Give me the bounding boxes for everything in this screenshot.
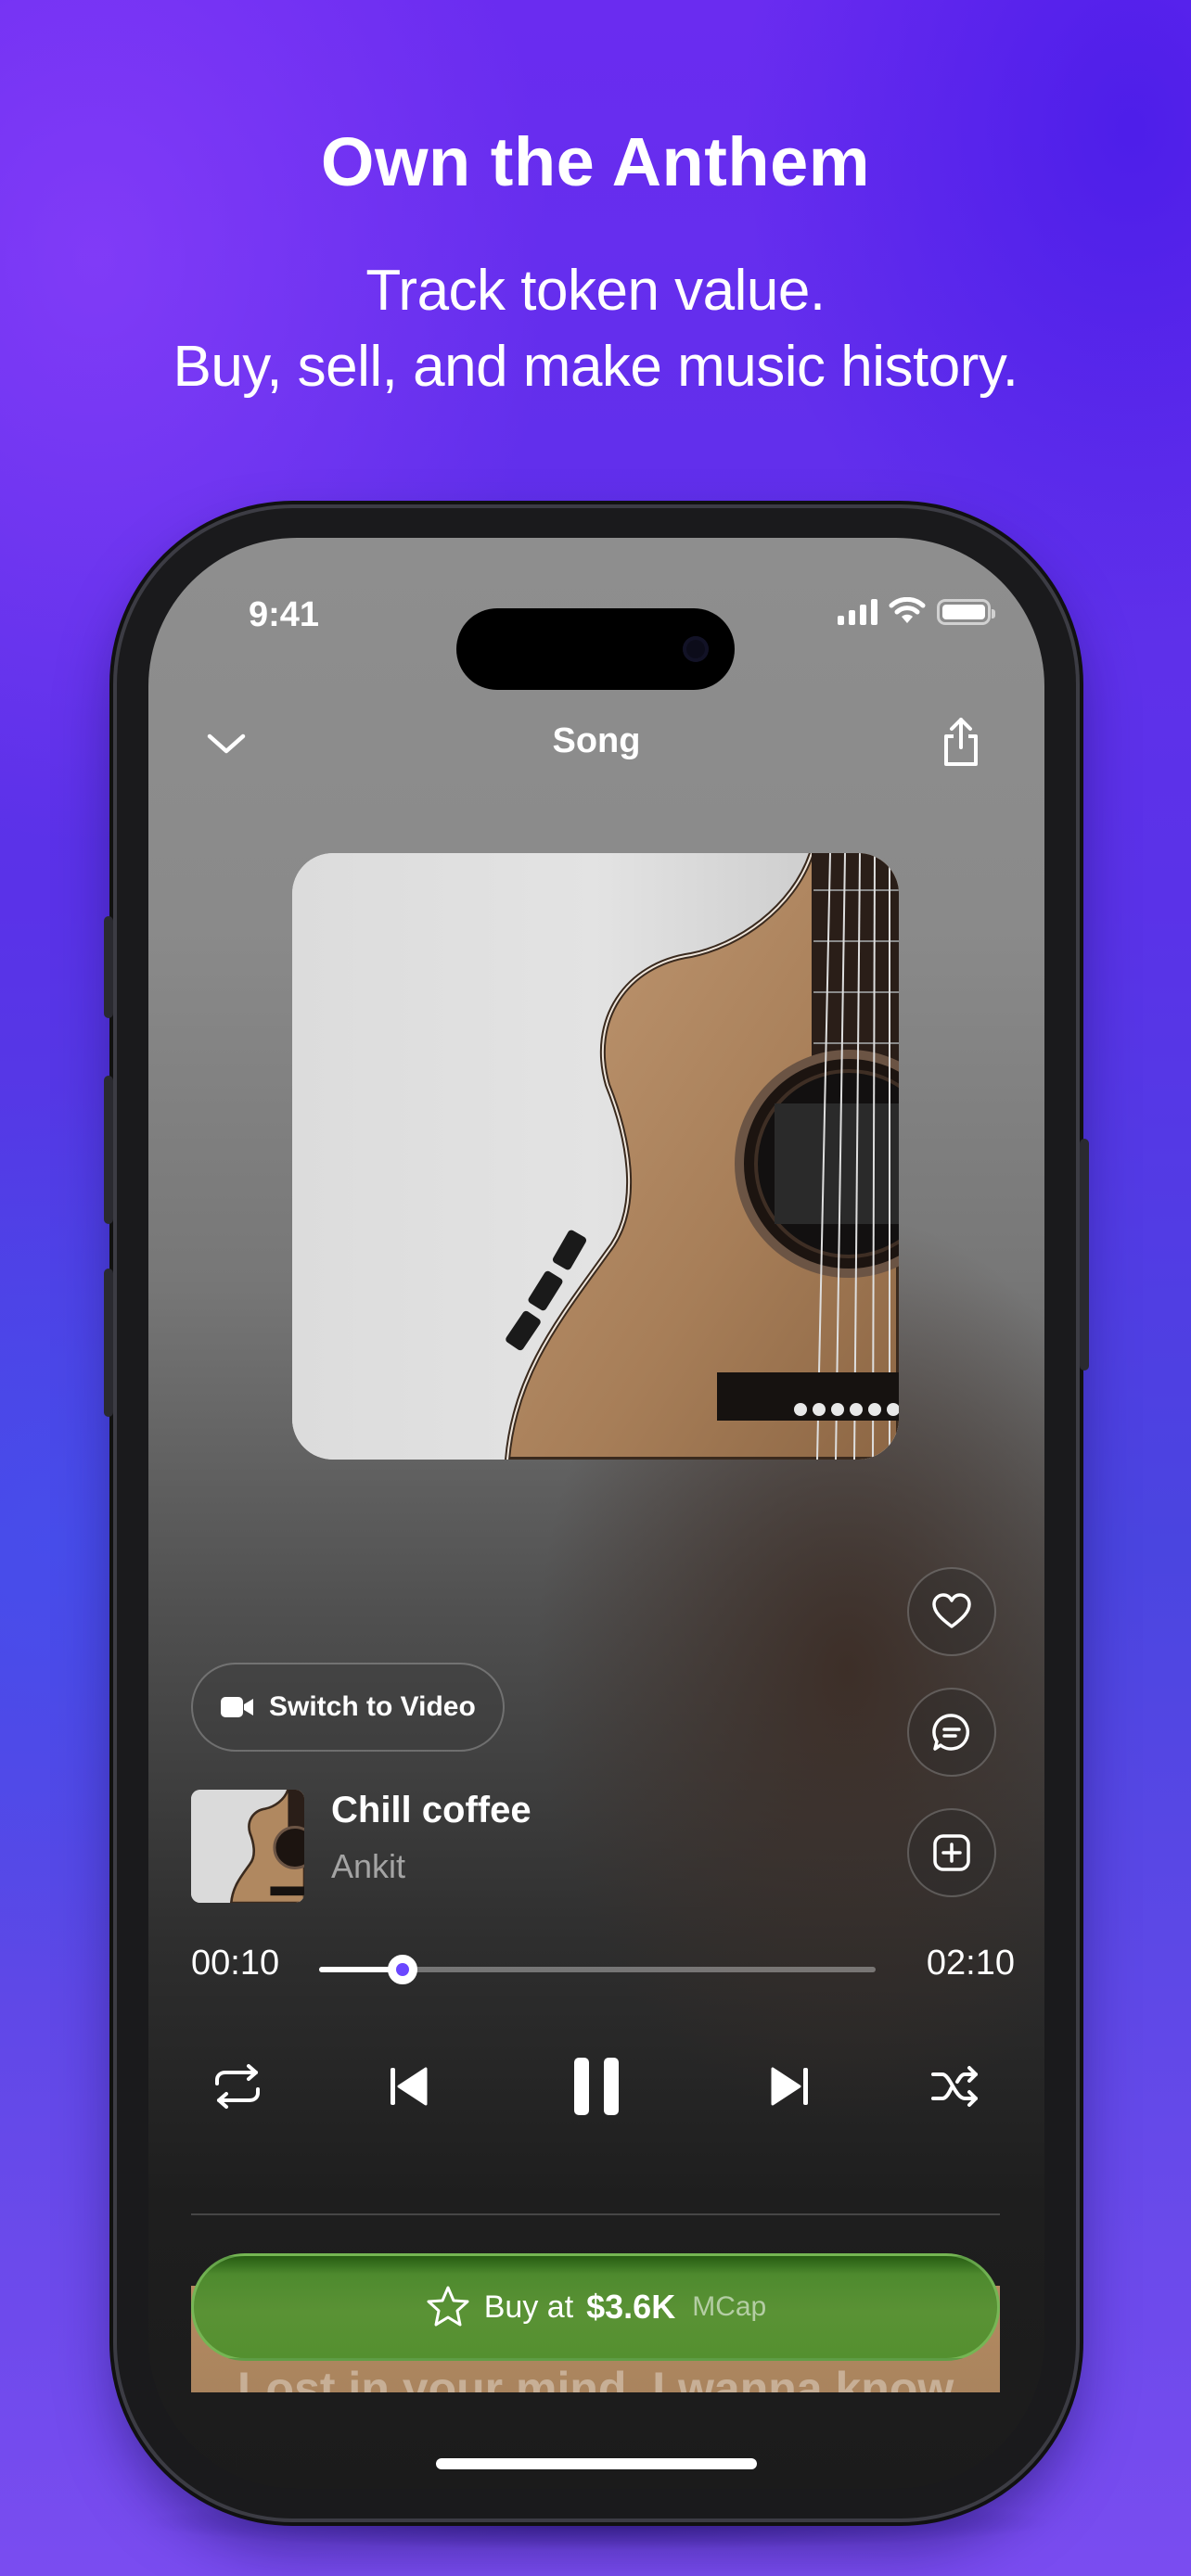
dynamic-island	[456, 608, 735, 690]
status-bar: 9:41	[148, 575, 1044, 690]
buy-button[interactable]: Buy at $3.6K MCap	[191, 2253, 1000, 2361]
song-title: Chill coffee	[331, 1790, 531, 1830]
heart-icon	[932, 1593, 971, 1628]
repeat-button[interactable]	[200, 2045, 275, 2128]
shuffle-icon	[931, 2066, 978, 2107]
wifi-icon	[889, 597, 926, 623]
top-bar: Song	[148, 695, 1044, 788]
current-time: 00:10	[191, 1944, 280, 1983]
next-button[interactable]	[753, 2045, 827, 2128]
comment-button[interactable]	[907, 1688, 996, 1777]
playback-controls	[148, 2045, 1044, 2128]
next-icon	[771, 2067, 808, 2106]
camera-icon	[683, 636, 709, 662]
song-artist[interactable]: Ankit	[331, 1847, 405, 1886]
volume-down-button	[104, 1269, 113, 1417]
star-icon	[427, 2286, 469, 2327]
share-icon[interactable]	[939, 716, 983, 768]
shuffle-button[interactable]	[918, 2045, 992, 2128]
page-title: Song	[552, 721, 641, 760]
phone-screen: 9:41 Song Switch to Video Chill coffee A…	[148, 538, 1044, 2489]
total-time: 02:10	[926, 1944, 1015, 1983]
power-button	[1080, 1139, 1089, 1371]
add-to-playlist-button[interactable]	[907, 1808, 996, 1897]
guitar-image	[292, 853, 899, 1460]
status-time: 9:41	[249, 595, 320, 634]
add-icon	[933, 1834, 970, 1871]
promo-subline-2: Buy, sell, and make music history.	[173, 335, 1018, 399]
action-button	[104, 916, 113, 1018]
promo-headline: Own the Anthem	[320, 123, 871, 200]
album-artwork	[292, 853, 899, 1460]
progress-slider[interactable]	[319, 1955, 876, 1984]
home-indicator[interactable]	[436, 2458, 757, 2469]
buy-value: $3.6K	[586, 2288, 676, 2326]
song-thumbnail	[191, 1790, 304, 1903]
switch-to-video-button[interactable]: Switch to Video	[191, 1663, 505, 1752]
divider	[191, 2213, 1000, 2215]
pause-button[interactable]	[557, 2045, 636, 2128]
buy-label: Buy at	[483, 2289, 574, 2325]
previous-button[interactable]	[371, 2045, 445, 2128]
previous-icon	[391, 2067, 428, 2106]
promo-subline-1: Track token value.	[365, 259, 826, 323]
battery-icon	[937, 599, 995, 625]
signal-icon	[838, 597, 877, 625]
comment-icon	[932, 1714, 970, 1751]
progress-handle[interactable]	[388, 1955, 417, 1984]
repeat-icon	[215, 2064, 260, 2109]
video-camera-icon	[221, 1697, 253, 1717]
lyric-line: Lost in your mind, I wanna know	[237, 2363, 954, 2392]
volume-up-button	[104, 1076, 113, 1224]
like-button[interactable]	[907, 1567, 996, 1656]
switch-to-video-label: Switch to Video	[269, 1691, 476, 1722]
pause-icon	[574, 2058, 619, 2115]
buy-unit: MCap	[692, 2291, 767, 2322]
